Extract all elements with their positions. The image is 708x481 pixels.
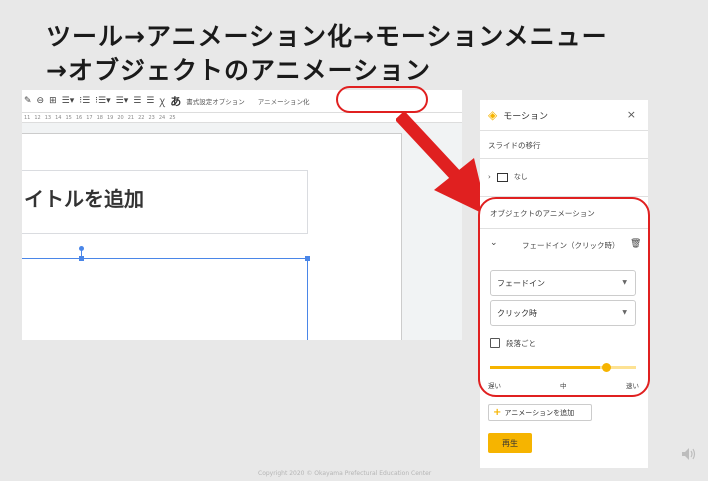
ruler-mark: 14 (55, 114, 62, 121)
title-placeholder-text: イトルを追加 (24, 187, 144, 211)
ruler-mark: 15 (65, 114, 72, 121)
play-button[interactable]: 再生 (488, 433, 532, 453)
heading-line-1: ツール→アニメーション化→モーションメニュー (46, 22, 608, 51)
comment-icon[interactable]: ⊞ (49, 96, 57, 106)
bulleted-list-icon[interactable]: ☰▾ (116, 96, 129, 106)
pen-icon[interactable]: ✎ (24, 96, 32, 106)
copyright: Copyright 2020 © Okayama Prefectural Edu… (258, 470, 432, 477)
resize-handle[interactable] (305, 256, 310, 261)
speaker-icon[interactable] (681, 447, 697, 461)
clear-format-icon[interactable]: Ꭓ (159, 95, 165, 108)
add-animation-label: アニメーションを追加 (504, 408, 575, 417)
panel-header: ◈ モーション × (480, 100, 648, 130)
animate-button[interactable]: アニメーション化 (258, 96, 310, 106)
ruler-mark: 20 (117, 114, 124, 121)
ruler-mark: 24 (158, 114, 166, 121)
plus-icon: + (493, 407, 502, 418)
close-icon[interactable]: × (627, 108, 636, 121)
ruler-mark: 21 (127, 114, 135, 121)
slide[interactable]: イトルを追加 (22, 133, 402, 340)
slide-heading: ツール→アニメーション化→モーションメニュー →オブジェクトのアニメーション (46, 20, 696, 88)
chevron-right-icon: › (488, 173, 491, 181)
transition-value: なし (513, 173, 528, 181)
ruler-mark: 25 (169, 114, 176, 121)
ruler-mark: 18 (96, 114, 103, 121)
text-style-button[interactable]: あ (170, 93, 181, 109)
divider (480, 130, 648, 131)
panel-title: モーション (503, 111, 549, 122)
ruler-mark: 19 (107, 114, 114, 121)
ruler-mark: 17 (86, 114, 93, 121)
transition-row[interactable]: › なし (488, 172, 528, 182)
transition-label: スライドの移行 (488, 141, 541, 150)
animate-highlight-circle (336, 86, 428, 113)
format-options-button[interactable]: 書式設定オプション (186, 96, 245, 106)
divider (480, 158, 648, 159)
ruler-mark: 16 (75, 114, 83, 121)
title-placeholder-box[interactable]: イトルを追加 (22, 170, 308, 234)
add-animation-button[interactable]: + アニメーションを追加 (488, 404, 592, 421)
ruler-mark: 23 (148, 114, 155, 121)
ruler-mark: 13 (44, 114, 52, 121)
numbered-list-icon[interactable]: ⁝☰▾ (95, 96, 110, 106)
ruler-mark: 11 (24, 114, 31, 121)
ruler-mark: 12 (34, 114, 41, 121)
increase-indent-icon[interactable]: ☰ (146, 96, 154, 106)
motion-icon: ◈ (488, 108, 498, 122)
decrease-indent-icon[interactable]: ☰ (133, 96, 141, 106)
link-icon[interactable]: ⊖ (37, 96, 45, 106)
resize-handle[interactable] (79, 256, 84, 261)
line-spacing-icon[interactable]: ⁝☰ (79, 96, 90, 106)
object-animation-highlight (478, 197, 650, 397)
slide-transition-icon (496, 172, 508, 182)
align-icon[interactable]: ☰▾ (62, 96, 75, 106)
selected-text-box[interactable] (22, 258, 308, 340)
ruler-mark: 22 (138, 114, 145, 121)
heading-line-2: →オブジェクトのアニメーション (46, 56, 431, 85)
